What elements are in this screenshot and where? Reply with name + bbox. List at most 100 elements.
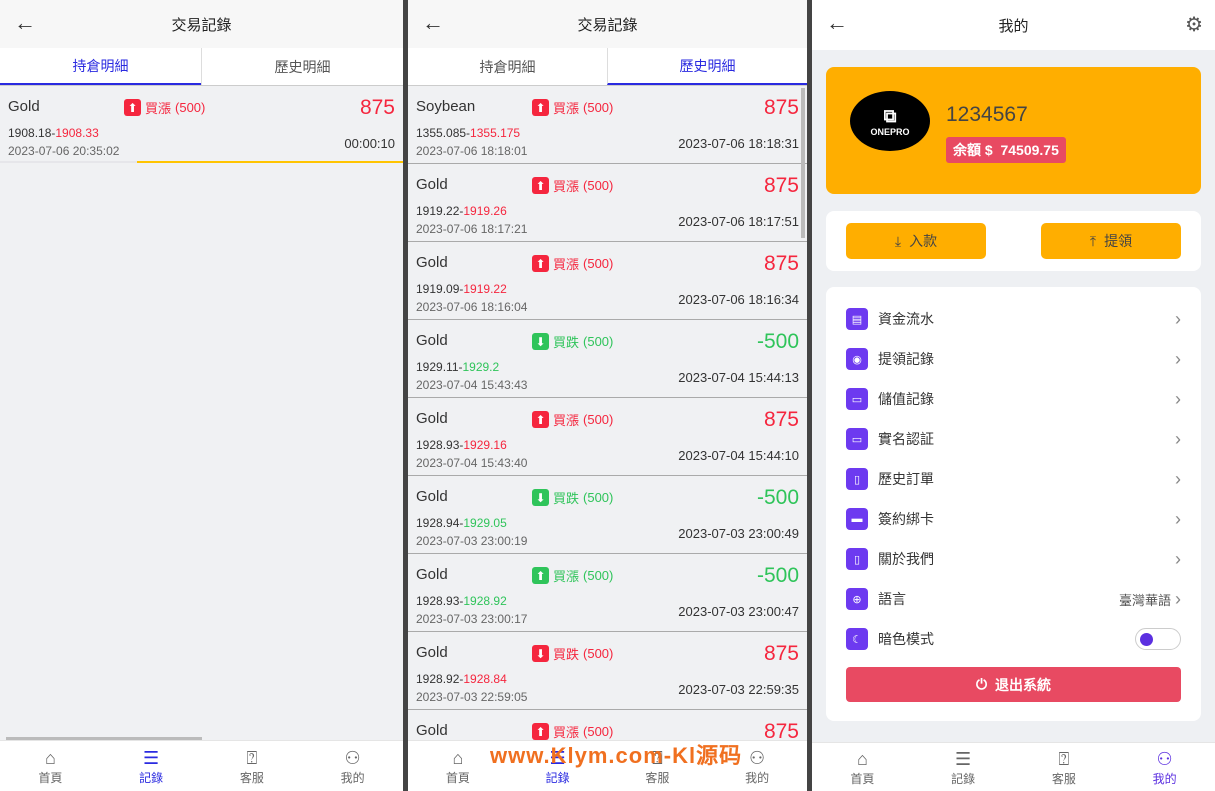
history-item[interactable]: Soybean ⬆ 買漲 (500) 875 1355.085-1355.175 2…	[408, 86, 807, 164]
menu-item[interactable]: ▭ 實名認証 ›	[826, 419, 1201, 459]
chevron-right-icon: ›	[1175, 588, 1181, 609]
close-price: 1929.16	[463, 438, 507, 452]
prices: 1919.09-1919.22	[416, 282, 507, 296]
arrow-down-icon: ⬇	[532, 333, 549, 350]
amount: -500	[756, 486, 799, 509]
menu-item[interactable]: ☾ 暗色模式	[826, 619, 1201, 659]
direction-label: 買漲	[553, 569, 580, 584]
menu-item[interactable]: ◉ 提領記錄 ›	[826, 339, 1201, 379]
menu-card: ▤ 資金流水 › ◉ 提領記錄 › ▭ 儲值記錄 › ▭ 實名認証 › ▯ 歷史訂單 › ▬ 簽約綁卡 › ▯ 關於我…	[826, 287, 1201, 721]
tab-positions[interactable]: 持倉明細	[408, 48, 607, 85]
menu-item[interactable]: ▯ 歷史訂單 ›	[826, 459, 1201, 499]
open-time: 2023-07-06 20:35:02	[8, 144, 120, 158]
clipboard-icon: ▯	[846, 548, 868, 570]
prices: 1919.22-1919.26	[416, 204, 507, 218]
menu-value: 臺灣華語	[1118, 592, 1171, 608]
balance-badge: 余額 $ 74509.75	[946, 137, 1066, 163]
nav-home[interactable]: ⌂ 首頁	[812, 743, 913, 791]
current-price: 1908.33	[55, 126, 99, 140]
direction-label: 買漲	[553, 257, 580, 272]
user-id: 1234567	[946, 103, 1028, 126]
chevron-right-icon: ›	[1175, 348, 1181, 369]
nav-records[interactable]: ☰ 記錄	[101, 741, 202, 791]
menu-item[interactable]: ⊕ 語言 臺灣華語 ›	[826, 579, 1201, 619]
positions-screen: ← 交易記錄 持倉明細 歷史明細 Gold ⬆ 買漲 (500) 875 1908.…	[0, 0, 403, 791]
arrow-up-icon: ⬆	[532, 411, 549, 428]
nav-profile[interactable]: ⚇ 我的	[1114, 743, 1215, 791]
tab-positions[interactable]: 持倉明細	[0, 48, 201, 85]
open-price: 1928.94-	[416, 516, 464, 530]
dark-mode-toggle[interactable]	[1135, 628, 1181, 650]
deposit-label: 入款	[909, 233, 938, 249]
nav-records[interactable]: ☰ 記錄	[913, 743, 1014, 791]
symbol: Gold	[416, 254, 448, 271]
menu-item[interactable]: ▭ 儲值記錄 ›	[826, 379, 1201, 419]
nav-profile[interactable]: ⚇ 我的	[302, 741, 403, 791]
deposit-button[interactable]: ⤓ 入款	[846, 223, 986, 259]
direction: ⬆ 買漲 (500)	[532, 410, 613, 429]
history-item[interactable]: Gold ⬆ 買漲 (500) 875 1928.93-1929.16 2023-0…	[408, 398, 807, 476]
progress-bar	[0, 161, 403, 163]
withdraw-button[interactable]: ⤒ 提領	[1041, 223, 1181, 259]
tab-history[interactable]: 歷史明細	[607, 48, 807, 85]
header: ← 交易記錄	[408, 0, 807, 48]
back-arrow-icon[interactable]: ←	[422, 10, 444, 36]
user-icon: ⚇	[344, 747, 361, 768]
quantity: (500)	[175, 100, 206, 115]
menu-label: 儲值記錄	[878, 391, 934, 407]
arrow-down-icon: ⬇	[532, 489, 549, 506]
nav-label: 我的	[1152, 771, 1177, 786]
menu-label: 簽約綁卡	[878, 511, 934, 527]
history-screen: ← 交易記錄 持倉明細 歷史明細 Soybean ⬆ 買漲 (500) 875 13…	[408, 0, 807, 791]
gear-icon[interactable]: ⚙	[1185, 12, 1203, 37]
history-item[interactable]: Gold ⬆ 買漲 (500) 875 1919.09-1919.22 2023-0…	[408, 242, 807, 320]
quantity: (500)	[583, 334, 614, 349]
arrow-down-icon: ⬇	[532, 645, 549, 662]
direction-label: 買漲	[553, 101, 580, 116]
nav-home[interactable]: ⌂ 首頁	[0, 741, 101, 791]
menu-label: 資金流水	[878, 311, 934, 327]
history-item[interactable]: Gold ⬇ 買跌 (500) 875 1928.92-1928.84 2023-0…	[408, 632, 807, 710]
direction: ⬆ 買漲 (500)	[532, 254, 613, 273]
history-item[interactable]: Gold ⬆ 買漲 (500) -500 1928.93-1928.92 2023-…	[408, 554, 807, 632]
amount: 875	[763, 96, 799, 119]
open-time: 2023-07-03 23:00:19	[416, 534, 528, 548]
scrollbar[interactable]	[801, 88, 805, 238]
quantity: (500)	[583, 256, 614, 271]
quantity: (500)	[583, 646, 614, 661]
logout-button[interactable]: ⏻ 退出系統	[846, 667, 1181, 702]
direction-label: 買跌	[553, 335, 580, 350]
close-time: 2023-07-03 22:59:35	[678, 682, 799, 697]
position-item[interactable]: Gold ⬆ 買漲 (500) 875 1908.18-1908.33 2023-0…	[0, 86, 403, 164]
home-icon: ⌂	[452, 747, 464, 768]
tab-history[interactable]: 歷史明細	[201, 48, 403, 85]
nav-support[interactable]: ⍰ 客服	[1014, 743, 1115, 791]
prices: 1929.11-1929.2	[416, 360, 499, 374]
open-price: 1928.92-	[416, 672, 464, 686]
quantity: (500)	[583, 412, 614, 427]
logo-text: ONEPRO	[870, 126, 910, 137]
prices: 1928.92-1928.84	[416, 672, 507, 686]
arrow-up-icon: ⬆	[532, 255, 549, 272]
nav-support[interactable]: ⍰ 客服	[202, 741, 303, 791]
back-arrow-icon[interactable]: ←	[826, 10, 848, 36]
close-time: 2023-07-06 18:17:51	[678, 214, 799, 229]
history-item[interactable]: Gold ⬇ 買跌 (500) -500 1929.11-1929.2 2023-0…	[408, 320, 807, 398]
chevron-right-icon: ›	[1175, 468, 1181, 489]
prices: 1355.085-1355.175	[416, 126, 520, 140]
menu-item[interactable]: ▬ 簽約綁卡 ›	[826, 499, 1201, 539]
nav-label: 記錄	[951, 771, 976, 786]
quantity: (500)	[583, 724, 614, 739]
nav-label: 我的	[745, 770, 770, 785]
menu-item[interactable]: ▤ 資金流水 ›	[826, 299, 1201, 339]
menu-item[interactable]: ▯ 關於我們 ›	[826, 539, 1201, 579]
amount: 875	[763, 252, 799, 275]
back-arrow-icon[interactable]: ←	[14, 10, 36, 36]
history-item[interactable]: Gold ⬆ 買漲 (500) 875 1919.22-1919.26 2023-0…	[408, 164, 807, 242]
watermark: www.Klym.com-Kl源码	[490, 743, 743, 768]
user-icon: ⚇	[749, 747, 766, 768]
history-item[interactable]: Gold ⬇ 買跌 (500) -500 1928.94-1929.05 2023-…	[408, 476, 807, 554]
close-price: 1919.22	[463, 282, 507, 296]
symbol: Gold	[416, 566, 448, 583]
symbol: Gold	[416, 176, 448, 193]
